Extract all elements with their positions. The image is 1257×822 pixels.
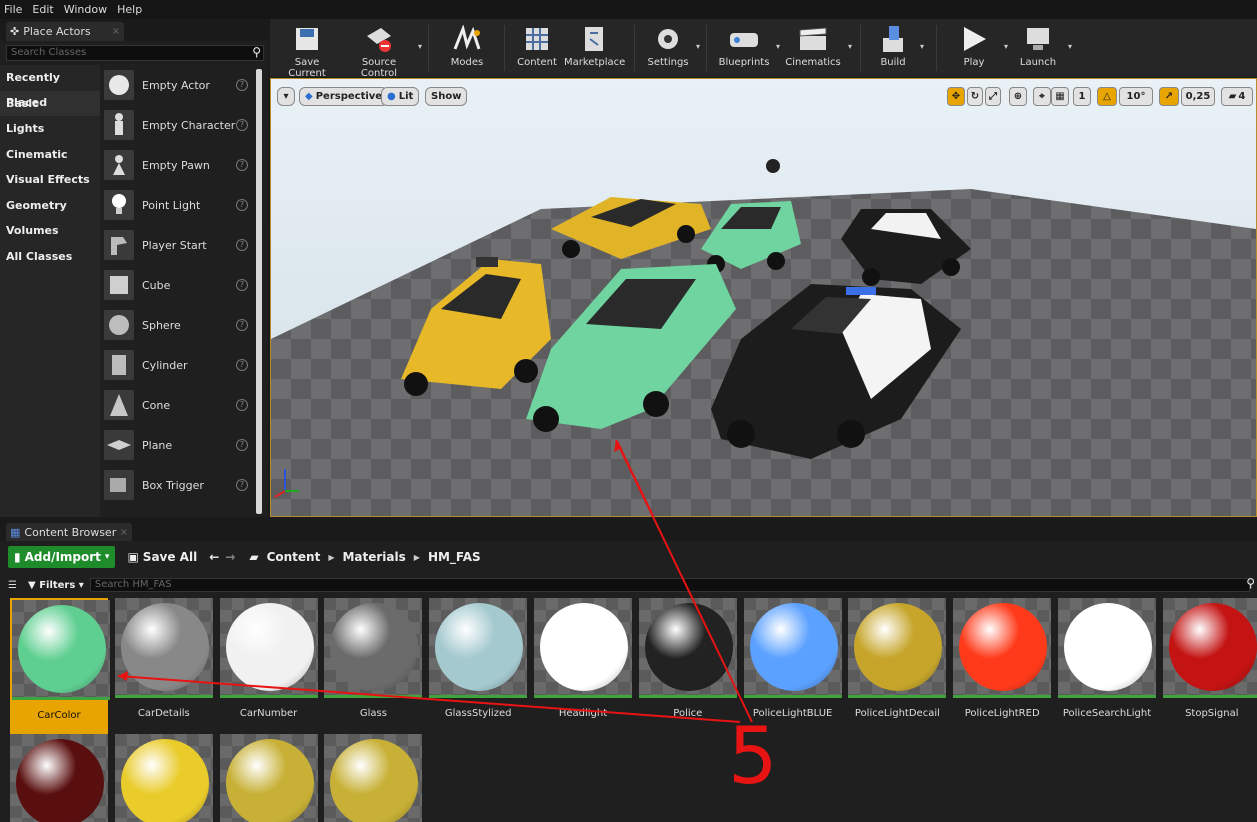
annotation-number: 5 [728,712,778,802]
ue-editor: File Edit Window Help ✜ Place Actors × S… [0,0,1257,822]
arrowhead-icon [118,671,128,681]
annotation-line [615,439,753,723]
annotation-overlay [117,439,753,723]
annotation-line [117,675,741,723]
